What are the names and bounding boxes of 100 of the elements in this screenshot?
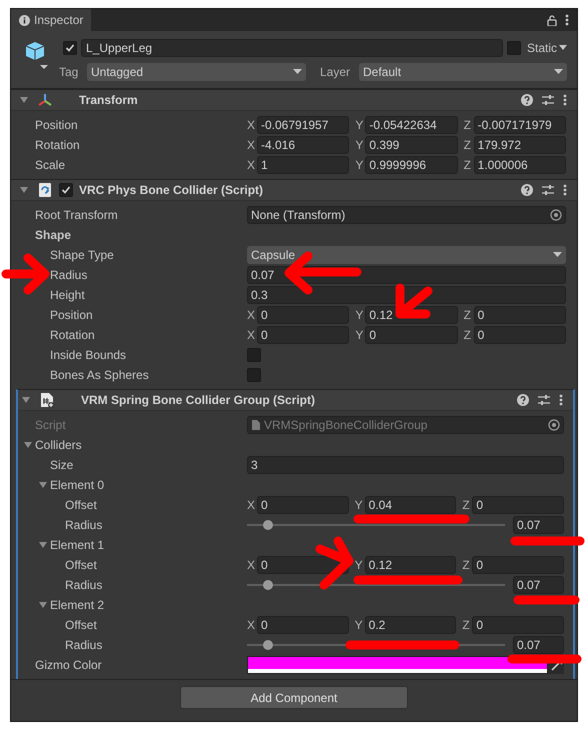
field-label: Size	[50, 457, 74, 474]
more-icon[interactable]	[565, 14, 569, 26]
component-header[interactable]: Transform	[11, 90, 577, 111]
number-field[interactable]: 0	[257, 616, 349, 634]
name-field[interactable]: L_UpperLeg	[81, 39, 503, 57]
number-field[interactable]: 0	[257, 306, 350, 324]
foldout-arrow-icon[interactable]	[19, 185, 29, 195]
axis-label: Y	[354, 557, 364, 574]
tag-dropdown[interactable]: Untagged	[87, 63, 306, 81]
color-swatch[interactable]	[247, 656, 548, 674]
checkbox[interactable]	[506, 41, 521, 55]
more-icon[interactable]	[559, 394, 563, 406]
number-field[interactable]: 0.3	[247, 286, 566, 304]
caret-icon	[554, 69, 563, 75]
foldout-arrow-icon[interactable]	[19, 95, 29, 105]
more-icon[interactable]	[563, 94, 567, 106]
settings-icon[interactable]	[538, 394, 550, 406]
number-field[interactable]: 179.972	[474, 136, 566, 154]
layer-label: Layer	[320, 64, 352, 81]
slider-thumb[interactable]	[262, 520, 273, 530]
component-title: Transform	[79, 92, 139, 109]
number-field[interactable]: 0.12	[364, 556, 456, 574]
number-field[interactable]: 0	[365, 326, 458, 344]
axis-label: Z	[464, 137, 472, 154]
number-field[interactable]: -0.06791957	[257, 116, 350, 134]
field-label: Rotation	[50, 327, 95, 344]
check-icon	[65, 43, 75, 53]
axis-label: Z	[464, 157, 472, 174]
checkbox[interactable]	[63, 41, 77, 55]
more-icon[interactable]	[563, 184, 567, 196]
shape-type-dropdown[interactable]: Capsule	[247, 246, 566, 264]
help-icon[interactable]	[521, 184, 533, 196]
number-field[interactable]: 0.07	[513, 516, 564, 534]
tag-label: Tag	[59, 64, 80, 81]
settings-icon[interactable]	[542, 94, 554, 106]
settings-icon[interactable]	[542, 184, 554, 196]
caret-icon	[293, 69, 302, 75]
number-field[interactable]: 0	[257, 496, 349, 514]
number-field[interactable]: -0.05422634	[365, 116, 458, 134]
number-field[interactable]: 3	[247, 456, 564, 474]
object-field[interactable]: None (Transform)	[247, 206, 566, 224]
number-field[interactable]: 0.9999996	[365, 156, 458, 174]
number-field[interactable]: 0	[472, 496, 564, 514]
number-field[interactable]: 0.07	[513, 576, 564, 594]
foldout-label[interactable]: Element 1	[50, 536, 104, 554]
axis-label: Y	[354, 497, 364, 514]
number-field[interactable]: -4.016	[257, 136, 350, 154]
help-icon[interactable]	[517, 394, 529, 406]
target-icon[interactable]	[550, 209, 562, 221]
field-label: Offset	[65, 617, 97, 634]
cube-icon[interactable]	[25, 40, 49, 70]
checkbox[interactable]	[59, 183, 73, 197]
foldout-label[interactable]: Element 2	[50, 596, 104, 614]
section-heading: Shape	[35, 227, 72, 244]
foldout-arrow-icon[interactable]	[38, 540, 48, 550]
foldout-label[interactable]: Colliders	[35, 436, 82, 454]
number-field[interactable]: 0	[474, 326, 566, 344]
number-field[interactable]: 0	[257, 326, 350, 344]
foldout-arrow-icon[interactable]	[23, 440, 33, 450]
add-component-button[interactable]: Add Component	[180, 686, 408, 709]
slider[interactable]	[247, 519, 505, 531]
inspector-tab[interactable]: Inspector	[11, 9, 92, 31]
number-field[interactable]: 0.07	[513, 636, 564, 654]
foldout-label[interactable]: Element 0	[50, 476, 104, 494]
foldout-arrow-icon[interactable]	[38, 480, 48, 490]
number-field[interactable]: 0.2	[364, 616, 456, 634]
caret-icon	[553, 252, 562, 258]
field-label: Scale	[35, 157, 66, 174]
component-header[interactable]: VRC Phys Bone Collider (Script)	[11, 180, 577, 201]
foldout-arrow-icon[interactable]	[21, 395, 31, 405]
number-field[interactable]: 0	[472, 616, 564, 634]
number-field[interactable]: 0	[474, 306, 566, 324]
slider-thumb[interactable]	[262, 580, 273, 590]
lock-icon[interactable]	[547, 14, 557, 26]
static-dropdown[interactable]: Static	[524, 39, 567, 57]
axis-label: Y	[355, 117, 364, 134]
axis-label: X	[247, 327, 256, 344]
axis-label: X	[247, 557, 256, 574]
number-field[interactable]: 0	[472, 556, 564, 574]
slider-thumb[interactable]	[262, 640, 273, 650]
field-label: Radius	[65, 637, 102, 654]
field-label: Height	[50, 287, 85, 304]
axis-label: Z	[462, 557, 471, 574]
number-field[interactable]: 1	[257, 156, 350, 174]
slider[interactable]	[247, 579, 505, 591]
number-field[interactable]: -0.007171979	[474, 116, 566, 134]
number-field[interactable]: 1.000006	[474, 156, 566, 174]
field-label: Inside Bounds	[50, 347, 126, 364]
layer-dropdown[interactable]: Default	[359, 63, 567, 81]
checkbox[interactable]	[247, 348, 261, 362]
axis-label: Z	[464, 117, 472, 134]
component-header[interactable]: VRM Spring Bone Collider Group (Script)	[18, 390, 573, 411]
help-icon[interactable]	[521, 94, 533, 106]
number-field[interactable]: 0.04	[364, 496, 456, 514]
foldout-arrow-icon[interactable]	[38, 600, 48, 610]
check-icon	[61, 185, 71, 195]
number-field[interactable]: 0.399	[365, 136, 458, 154]
slider[interactable]	[247, 639, 505, 651]
checkbox[interactable]	[247, 368, 261, 382]
axis-label: X	[247, 307, 256, 324]
